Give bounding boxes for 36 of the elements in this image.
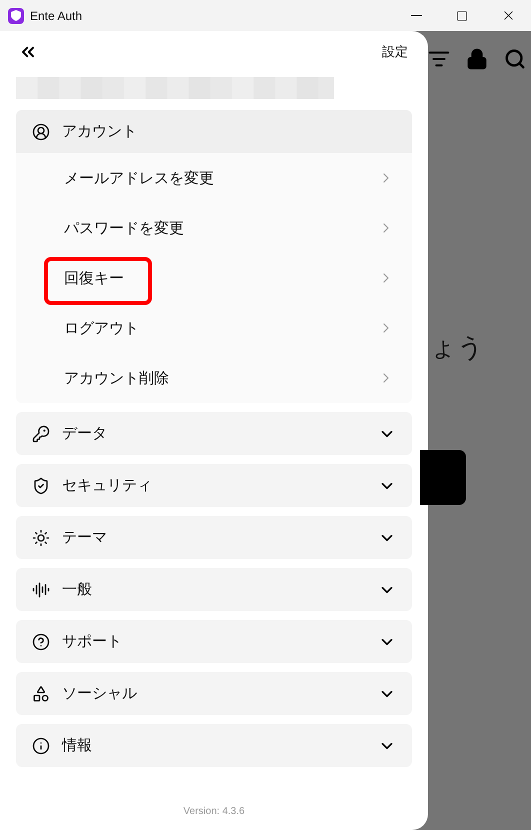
drawer-title: 設定 <box>382 43 408 61</box>
minimize-icon <box>410 15 422 16</box>
section-label: 情報 <box>62 736 93 755</box>
menu-item[interactable]: アカウント削除 <box>16 353 412 403</box>
item-label: パスワードを変更 <box>64 218 185 238</box>
menu-item[interactable]: ログアウト <box>16 303 412 353</box>
section-header[interactable]: アカウント <box>16 110 412 153</box>
menu-item[interactable]: パスワードを変更 <box>16 203 412 253</box>
section-label: セキュリティ <box>62 476 153 495</box>
item-label: ログアウト <box>64 318 140 338</box>
version-text: Version: 4.3.6 <box>182 806 246 817</box>
menu-item[interactable]: 回復キー <box>16 253 412 303</box>
key-icon <box>32 424 50 442</box>
window-title: Ente Auth <box>30 8 84 22</box>
menu-item[interactable]: メールアドレスを変更 <box>16 153 412 203</box>
item-label: メールアドレスを変更 <box>64 168 215 188</box>
maximize-icon <box>456 10 468 22</box>
section-label: データ <box>62 424 108 443</box>
section-label: アカウント <box>62 122 138 141</box>
shapes-icon <box>32 684 50 702</box>
item-label: アカウント削除 <box>64 368 170 388</box>
shield-icon <box>32 476 50 494</box>
audio-lines-icon <box>32 580 50 598</box>
item-label: 回復キー <box>64 268 378 288</box>
heading-fragment: ょう <box>430 331 484 364</box>
lock-icon[interactable] <box>466 48 488 70</box>
search-icon[interactable] <box>504 48 526 70</box>
help-icon <box>32 632 50 650</box>
section-label: ソーシャル <box>62 684 138 703</box>
section-label: サポート <box>62 632 123 651</box>
user-circle-icon <box>32 122 50 140</box>
app-icon <box>8 8 24 24</box>
section-label: テーマ <box>62 528 108 547</box>
sun-icon <box>32 528 50 546</box>
info-icon <box>32 736 50 754</box>
section-label: 一般 <box>62 580 93 599</box>
